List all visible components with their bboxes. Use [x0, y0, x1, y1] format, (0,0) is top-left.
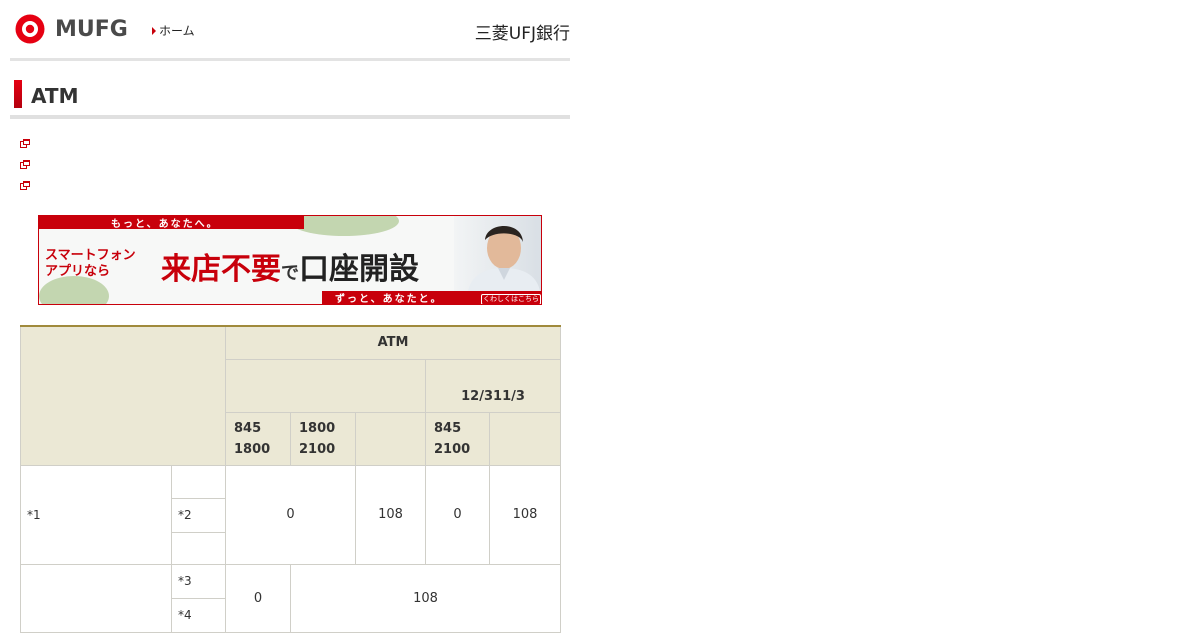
time-slot-header-empty — [488, 411, 562, 466]
external-link-item[interactable] — [20, 175, 50, 196]
page-title: ATM — [31, 84, 79, 108]
banner-app-text: スマートフォン アプリなら — [45, 248, 136, 280]
external-link-list — [20, 133, 50, 196]
time-slot-end: 1800 — [234, 441, 271, 457]
site-header: MUFG ホーム 三菱UFJ銀行 — [10, 0, 570, 61]
fee-cell: 108 — [488, 464, 562, 565]
time-slot-header: 845 2100 — [425, 411, 490, 466]
time-slot-end: 2100 — [299, 441, 336, 457]
banner-photo — [454, 216, 541, 291]
sub-note: *2 — [171, 497, 226, 533]
banner-bottom-text: ずっと、あなたと。 — [335, 294, 443, 305]
banner-headline-dark: 口座開設 — [299, 252, 419, 287]
new-window-icon — [20, 139, 30, 148]
banner-decoration — [39, 276, 109, 304]
time-slot-header: 1800 2100 — [290, 411, 356, 466]
period-header: 12/311/3 — [424, 358, 562, 413]
arrow-right-icon — [152, 26, 156, 35]
row-note: *1 — [20, 464, 172, 565]
row-label-empty — [20, 563, 172, 633]
sub-cell — [171, 531, 226, 565]
banner-details-button[interactable]: くわしくはこちら — [481, 294, 541, 304]
weekday-header — [225, 358, 426, 413]
time-slot-header-empty — [355, 411, 426, 466]
time-slot-end: 2100 — [434, 441, 471, 457]
title-accent-bar — [14, 80, 22, 108]
time-slot-start: 845 — [234, 420, 262, 436]
external-link-label[interactable] — [34, 138, 50, 150]
sub-note: *3 — [171, 563, 226, 599]
external-link-item[interactable] — [20, 133, 50, 154]
banner-app-line: アプリなら — [45, 264, 111, 279]
mufg-logo[interactable]: MUFG — [10, 13, 128, 45]
time-slot-start: 1800 — [299, 420, 336, 436]
home-link-label: ホーム — [159, 24, 195, 38]
banner-headline-red: 来店不要 — [161, 252, 281, 287]
banner-headline-particle: で — [281, 263, 299, 284]
new-window-icon — [20, 160, 30, 169]
table-row: *3 0 108 — [20, 563, 562, 633]
fee-cell: 0 — [425, 464, 490, 565]
banner-app-line: スマートフォン — [45, 248, 136, 263]
banner-headline: 来店不要で口座開設 — [161, 244, 419, 288]
time-slot-header: 845 1800 — [225, 411, 291, 466]
page-title-bar: ATM — [10, 77, 570, 119]
brand-name: MUFG — [55, 16, 128, 42]
page: MUFG ホーム 三菱UFJ銀行 ATM もっと、あなたへ。 ずっと、あなたと。… — [10, 0, 570, 305]
banner-decoration — [289, 216, 399, 236]
atm-fee-table: ATM 12/311/3 845 1800 1800 2100 845 2100… — [20, 325, 562, 633]
sub-cell — [171, 464, 226, 499]
new-window-icon — [20, 181, 30, 190]
fee-cell: 0 — [225, 464, 356, 565]
time-slot-start: 845 — [434, 420, 462, 436]
fee-cell: 108 — [355, 464, 426, 565]
table-row: *1 0 108 0 108 — [20, 464, 562, 565]
person-icon — [468, 226, 540, 291]
account-opening-banner[interactable]: もっと、あなたへ。 ずっと、あなたと。 スマートフォン アプリなら 来店不要で口… — [38, 215, 542, 305]
mufg-logo-icon — [15, 14, 45, 44]
external-link-label[interactable] — [34, 180, 50, 192]
external-link-label[interactable] — [34, 159, 50, 171]
table-corner-header — [20, 325, 226, 466]
banner-top-text: もっと、あなたへ。 — [111, 219, 219, 230]
home-link[interactable]: ホーム — [152, 22, 195, 39]
sub-note: *4 — [171, 597, 226, 633]
external-link-item[interactable] — [20, 154, 50, 175]
bank-name: 三菱UFJ銀行 — [474, 24, 570, 44]
fee-cell: 0 — [225, 563, 291, 633]
atm-header: ATM — [224, 325, 562, 360]
fee-cell: 108 — [289, 563, 562, 633]
